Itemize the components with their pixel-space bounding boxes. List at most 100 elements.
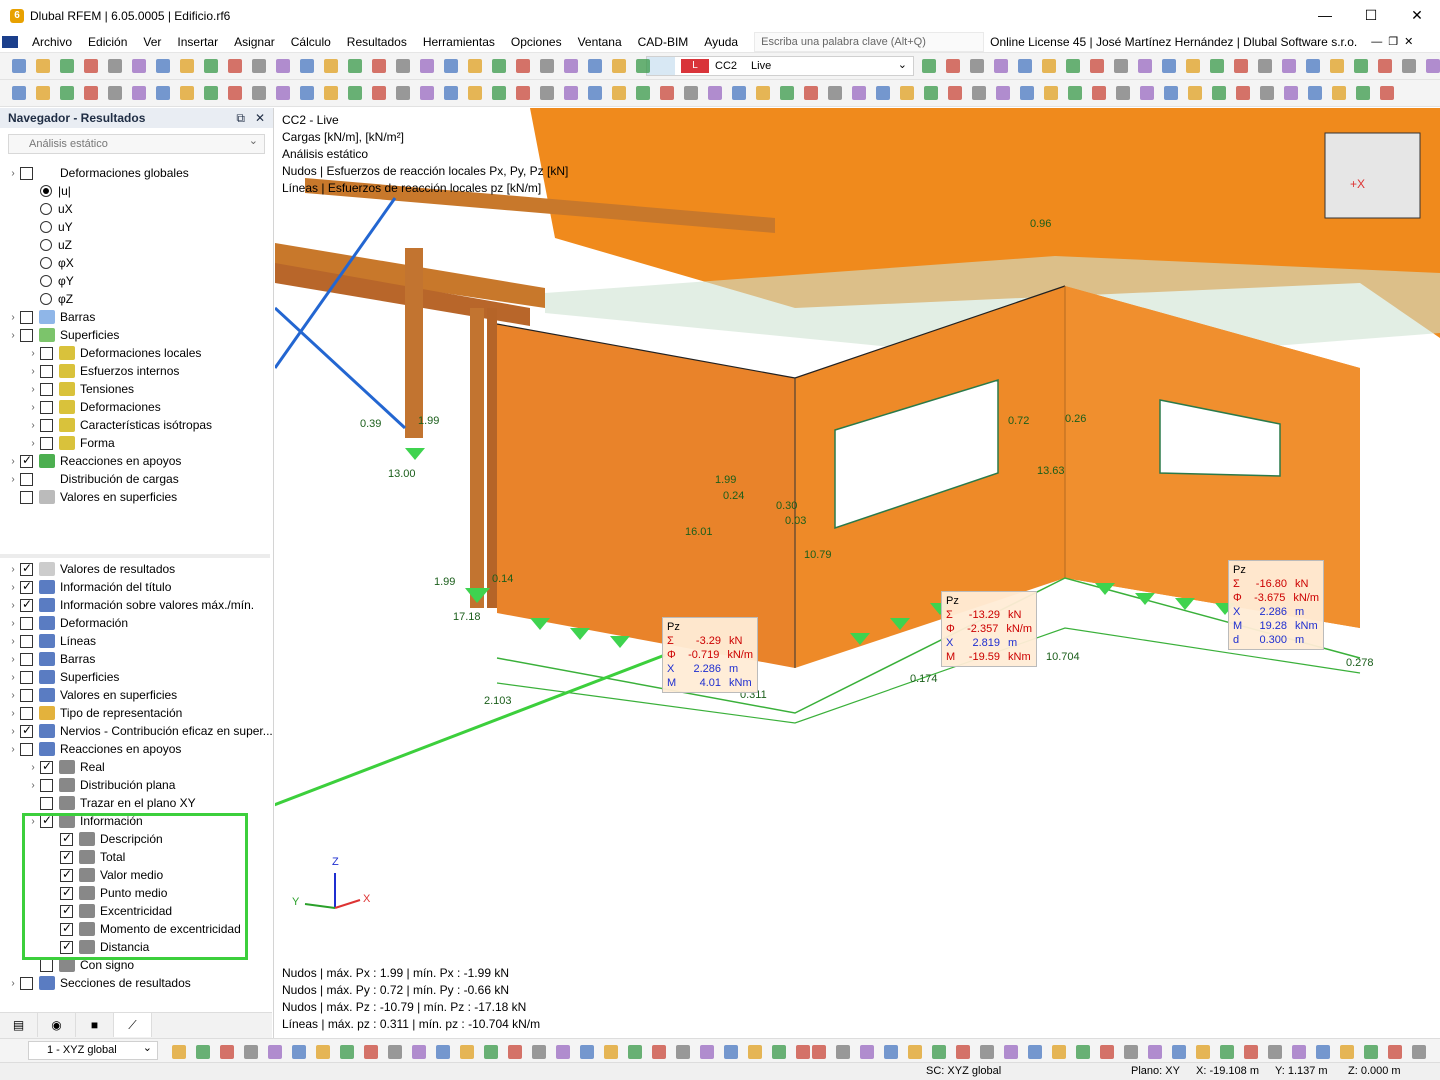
toolbar-button[interactable] [418,84,436,102]
toolbar-button[interactable] [362,1043,380,1061]
toolbar-button[interactable] [338,1043,356,1061]
toolbar-button[interactable] [778,84,796,102]
tree-item[interactable]: › Deformaciones locales [26,344,201,362]
toolbar-button[interactable] [130,57,148,75]
pin-icon[interactable]: ⧉ [236,108,245,128]
expand-icon[interactable]: › [6,726,20,737]
toolbar-button[interactable] [434,1043,452,1061]
tree-item[interactable]: φX [26,254,74,272]
checkbox[interactable] [20,634,33,648]
expand-icon[interactable]: › [6,978,20,989]
checkbox[interactable] [20,706,33,720]
expand-icon[interactable]: › [6,672,20,683]
checkbox[interactable] [40,382,53,396]
tree-item[interactable]: uY [26,218,73,236]
toolbar-button[interactable] [274,84,292,102]
tree-item[interactable]: Valores en superficies [6,488,177,506]
toolbar-button[interactable] [58,57,76,75]
toolbar-button[interactable] [968,57,986,75]
expand-icon[interactable]: › [26,762,40,773]
checkbox[interactable] [40,418,53,432]
toolbar-button[interactable] [1256,57,1274,75]
minimize-button[interactable]: — [1302,0,1348,31]
toolbar-button[interactable] [1136,57,1154,75]
checkbox[interactable] [20,561,33,576]
toolbar-button[interactable] [58,84,76,102]
expand-icon[interactable]: › [6,636,20,647]
tree-item[interactable]: |u| [26,182,71,200]
toolbar-button[interactable] [298,84,316,102]
expand-icon[interactable]: › [26,780,40,791]
tab-data-icon[interactable]: ▤ [0,1013,38,1037]
radio-button[interactable] [40,221,52,233]
toolbar-button[interactable] [178,57,196,75]
tree-item[interactable]: › Secciones de resultados [6,974,191,992]
toolbar-button[interactable] [1362,1043,1380,1061]
toolbar-button[interactable] [944,57,962,75]
view-cube[interactable] [1324,132,1421,219]
toolbar-button[interactable] [992,57,1010,75]
toolbar-button[interactable] [770,1043,788,1061]
toolbar-button[interactable] [802,84,820,102]
tree-item[interactable]: › Forma [26,434,115,452]
checkbox[interactable] [20,490,33,504]
tab-camera-icon[interactable]: ■ [76,1013,114,1037]
checkbox[interactable] [20,472,33,486]
toolbar-button[interactable] [194,1043,212,1061]
toolbar-button[interactable] [1410,1043,1428,1061]
toolbar-button[interactable] [1330,84,1348,102]
toolbar-button[interactable] [458,1043,476,1061]
toolbar-button[interactable] [250,57,268,75]
toolbar-button[interactable] [154,57,172,75]
toolbar-button[interactable] [34,84,52,102]
menu-ventana[interactable]: Ventana [570,31,630,53]
menu-ver[interactable]: Ver [135,31,169,53]
radio-button[interactable] [40,257,52,269]
toolbar-button[interactable] [322,84,340,102]
toolbar-button[interactable] [826,84,844,102]
toolbar-button[interactable] [706,84,724,102]
toolbar-button[interactable] [466,57,484,75]
tree-item[interactable]: › Barras [6,650,95,668]
close-button[interactable]: ✕ [1394,0,1440,31]
toolbar-button[interactable] [1074,1043,1092,1061]
analysis-type-select[interactable]: Análisis estático [8,132,265,154]
toolbar-button[interactable] [266,1043,284,1061]
toolbar-button[interactable] [490,84,508,102]
toolbar-button[interactable] [242,1043,260,1061]
toolbar-button[interactable] [682,84,700,102]
menu-insertar[interactable]: Insertar [169,31,226,53]
toolbar-button[interactable] [746,1043,764,1061]
tree-item[interactable]: › Tensiones [26,380,134,398]
toolbar-button[interactable] [170,1043,188,1061]
toolbar-button[interactable] [586,84,604,102]
toolbar-button[interactable] [1304,57,1322,75]
tree-item[interactable]: › Barras [6,308,95,326]
expand-icon[interactable]: › [6,564,20,575]
tree-item[interactable]: › Deformación [6,614,128,632]
tree-item[interactable]: › Esfuerzos internos [26,362,179,380]
toolbar-button[interactable] [554,1043,572,1061]
toolbar-button[interactable] [1386,1043,1404,1061]
toolbar-button[interactable] [1280,57,1298,75]
expand-icon[interactable]: › [26,384,40,395]
tree-item[interactable]: › Real [26,758,105,776]
toolbar-button[interactable] [274,57,292,75]
view-select[interactable]: 1 - XYZ global ⌄ [28,1041,158,1060]
toolbar-button[interactable] [1160,57,1178,75]
expand-icon[interactable]: › [6,474,20,485]
toolbar-button[interactable] [946,84,964,102]
menu-cad-bim[interactable]: CAD-BIM [630,31,697,53]
expand-icon[interactable]: › [6,690,20,701]
menu-herramientas[interactable]: Herramientas [415,31,503,53]
toolbar-button[interactable] [586,57,604,75]
expand-icon[interactable]: › [26,420,40,431]
toolbar-button[interactable] [466,84,484,102]
toolbar-button[interactable] [698,1043,716,1061]
tree-item[interactable]: › Tipo de representación [6,704,182,722]
tree-item[interactable]: › Superficies [6,326,119,344]
expand-icon[interactable]: › [26,402,40,413]
tree-item[interactable]: Trazar en el plano XY [26,794,196,812]
toolbar-button[interactable] [730,84,748,102]
toolbar-button[interactable] [514,84,532,102]
